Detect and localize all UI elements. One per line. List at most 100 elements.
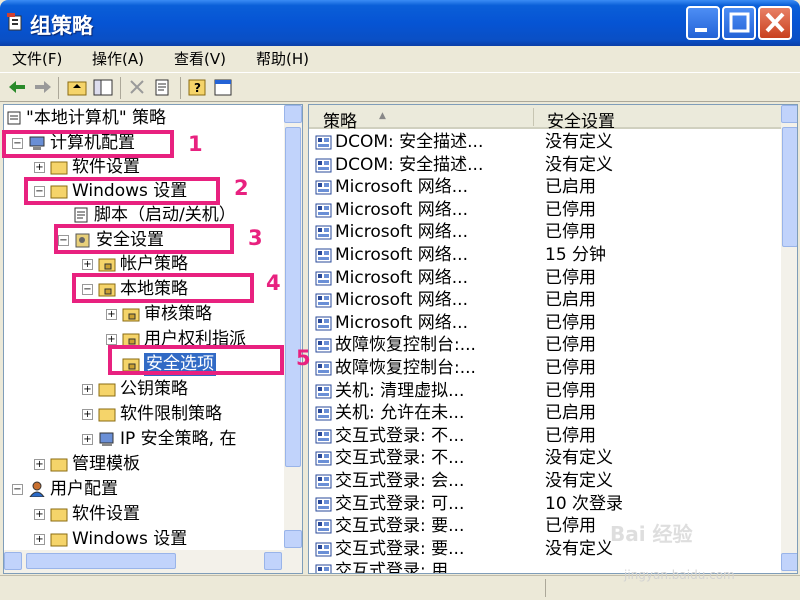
policy-item-icon — [315, 180, 332, 195]
list-row[interactable]: 关机: 清理虚拟... 已停用 — [309, 380, 781, 403]
maximize-button[interactable] — [722, 6, 756, 40]
tree-label: Windows 设置 — [72, 529, 188, 549]
annotation-box-4 — [72, 273, 254, 303]
watermark-url: jingyan.baidu.com — [624, 568, 735, 582]
menu-view[interactable]: 查看(V) — [174, 48, 226, 69]
close-button[interactable] — [758, 6, 792, 40]
list-row[interactable]: DCOM: 安全描述... 没有定义 — [309, 154, 781, 177]
menu-help[interactable]: 帮助(H) — [256, 48, 309, 69]
policy-setting: 已停用 — [545, 380, 596, 401]
list-row[interactable]: 交互式登录: 不... 没有定义 — [309, 447, 781, 470]
scroll-thumb[interactable] — [782, 127, 797, 247]
list-row[interactable]: 交互式登录: 要... 没有定义 — [309, 538, 781, 561]
list-row[interactable]: Microsoft 网络... 已启用 — [309, 176, 781, 199]
list-row[interactable]: Microsoft 网络... 已停用 — [309, 312, 781, 335]
list-row[interactable]: Microsoft 网络... 已停用 — [309, 199, 781, 222]
policy-setting: 已停用 — [545, 335, 596, 356]
console-icon[interactable] — [212, 77, 234, 97]
column-header-policy[interactable]: 策略 — [323, 107, 357, 132]
delete-icon[interactable] — [126, 77, 148, 97]
scroll-up-icon[interactable] — [284, 105, 302, 123]
list-row[interactable]: DCOM: 安全描述... 没有定义 — [309, 131, 781, 154]
column-divider[interactable] — [533, 108, 534, 126]
title-bar[interactable]: 组策略 — [0, 0, 800, 46]
list-vertical-scrollbar[interactable] — [781, 105, 797, 573]
ip-security-icon — [99, 432, 114, 446]
policy-name: 故障恢复控制台:... — [335, 358, 476, 378]
tree-label: 管理模板 — [72, 454, 140, 474]
list-row[interactable]: 交互式登录: 不... 已停用 — [309, 425, 781, 448]
scroll-down-icon[interactable] — [781, 553, 797, 571]
collapse-icon[interactable]: − — [12, 484, 23, 495]
annotation-box-3 — [54, 224, 234, 254]
list-row[interactable]: Microsoft 网络... 已停用 — [309, 267, 781, 290]
scroll-down-icon[interactable] — [284, 530, 302, 548]
expand-icon[interactable]: + — [34, 509, 45, 520]
policy-item-icon — [315, 519, 332, 534]
annotation-number-2: 2 — [234, 176, 249, 200]
column-header-setting[interactable]: 安全设置 — [547, 107, 615, 132]
show-tree-icon[interactable] — [92, 77, 114, 97]
policy-name: Microsoft 网络... — [335, 290, 468, 311]
list-row[interactable]: Microsoft 网络... 15 分钟 — [309, 244, 781, 267]
scroll-right-icon[interactable] — [264, 552, 282, 570]
annotation-box-2 — [24, 177, 220, 205]
tree-label: 用户配置 — [50, 479, 118, 499]
policy-item-icon — [315, 293, 332, 308]
list-row[interactable]: Microsoft 网络... 已停用 — [309, 221, 781, 244]
scroll-up-icon[interactable] — [781, 105, 797, 123]
watermark: Bai 经验 — [610, 522, 693, 546]
policy-item-icon — [315, 542, 332, 557]
expand-icon[interactable]: + — [82, 409, 93, 420]
scroll-thumb[interactable] — [285, 127, 301, 467]
expand-icon[interactable]: + — [34, 459, 45, 470]
group-policy-icon — [7, 13, 22, 31]
help-icon[interactable]: ? — [186, 77, 208, 97]
expand-icon[interactable]: + — [106, 309, 117, 320]
svg-text:?: ? — [194, 81, 201, 95]
tree-pane[interactable]: "本地计算机" 策略 − 计算机配置 + 软件设置 − Windows 设置 脚… — [3, 104, 303, 574]
minimize-button[interactable] — [686, 6, 720, 40]
expand-icon[interactable]: + — [34, 534, 45, 545]
toolbar: ? — [0, 72, 800, 102]
scroll-left-icon[interactable] — [4, 552, 22, 570]
policy-item-icon — [315, 429, 332, 444]
forward-icon[interactable] — [32, 77, 54, 97]
up-folder-icon[interactable] — [66, 77, 88, 97]
policy-name: Microsoft 网络... — [335, 199, 468, 220]
policy-setting: 没有定义 — [545, 471, 613, 491]
policy-item-icon — [315, 225, 332, 240]
status-divider — [545, 579, 546, 597]
tree-horizontal-scrollbar[interactable] — [4, 550, 302, 573]
policy-setting: 10 次登录 — [545, 493, 624, 514]
list-row[interactable]: Microsoft 网络... 已启用 — [309, 289, 781, 312]
policy-item-icon — [315, 203, 332, 218]
expand-icon[interactable]: + — [82, 434, 93, 445]
list-pane[interactable]: 策略 ▲ 安全设置 DCOM: 安全描述... 没有定义 DCOM: 安全描述...… — [308, 104, 798, 574]
menu-action[interactable]: 操作(A) — [92, 48, 144, 69]
policy-item-icon — [315, 316, 332, 331]
list-row[interactable]: 交互式登录: 会... 没有定义 — [309, 470, 781, 493]
list-row[interactable]: 交互式登录: 可... 10 次登录 — [309, 493, 781, 516]
tree-label: "本地计算机" 策略 — [26, 108, 167, 128]
list-row[interactable]: 故障恢复控制台:... 已停用 — [309, 357, 781, 380]
expand-icon[interactable]: + — [106, 334, 117, 345]
tree-label: 软件设置 — [72, 157, 140, 177]
expand-icon[interactable]: + — [82, 384, 93, 395]
list-row[interactable]: 故障恢复控制台:... 已停用 — [309, 334, 781, 357]
scroll-thumb[interactable] — [26, 553, 176, 569]
expand-icon[interactable]: + — [82, 259, 93, 270]
tree-label: 公钥策略 — [120, 379, 188, 399]
policy-name: 交互式登录: 不... — [335, 425, 465, 446]
policy-name: DCOM: 安全描述... — [335, 154, 484, 175]
expand-icon[interactable]: + — [34, 162, 45, 173]
lock-folder-icon — [122, 308, 140, 322]
policy-item-icon — [315, 474, 332, 489]
list-row[interactable]: 关机: 允许在未... 已启用 — [309, 402, 781, 425]
list-row[interactable]: 交互式登录: 要... 已停用 — [309, 515, 781, 538]
properties-icon[interactable] — [152, 77, 174, 97]
back-icon[interactable] — [6, 77, 28, 97]
tree-vertical-scrollbar[interactable] — [284, 105, 302, 550]
policy-setting: 已停用 — [545, 358, 596, 378]
menu-file[interactable]: 文件(F) — [12, 48, 62, 69]
